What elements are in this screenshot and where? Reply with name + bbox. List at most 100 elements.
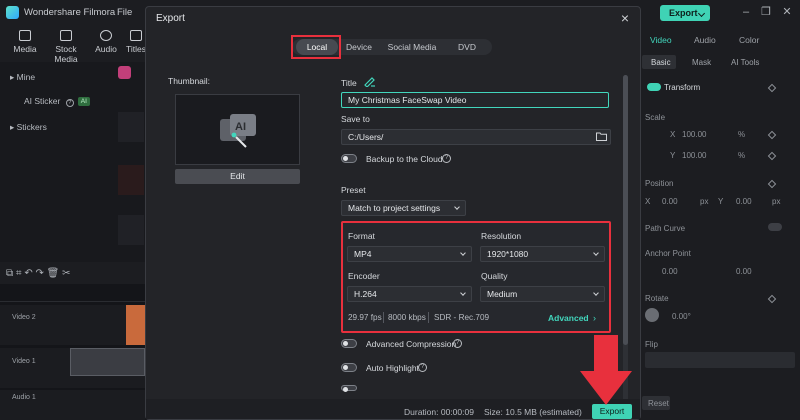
close-icon[interactable]: × (618, 10, 632, 26)
video-track-2 (0, 305, 145, 345)
scale-x-value[interactable]: 100.00 (682, 130, 706, 139)
panel-item-ai-sticker[interactable]: AI Sticker ? AI (24, 96, 90, 107)
subtab-basic[interactable]: Basic (651, 58, 671, 67)
subtab-mask[interactable]: Mask (692, 58, 711, 67)
help-icon[interactable]: ? (418, 363, 427, 372)
timeline-tools-icon[interactable]: ⧉ ⌗ ↶ ↷ 🗑 ✂ (6, 268, 71, 279)
maximize-icon[interactable]: ❐ (760, 6, 772, 18)
scrollbar-thumb[interactable] (623, 75, 628, 345)
svg-text:AI: AI (235, 121, 246, 133)
scale-y-unit: % (738, 151, 746, 160)
panel-item-mine[interactable]: ▸ Mine (10, 72, 35, 83)
auto-highlight-toggle[interactable] (341, 363, 357, 372)
media-icon (19, 30, 31, 41)
thumbnail-preview[interactable]: AI (175, 94, 300, 165)
transform-label: Transform (664, 83, 701, 92)
clip-video-1[interactable] (70, 348, 145, 376)
tab-audio[interactable]: Audio (694, 35, 716, 45)
format-select[interactable]: MP4 (347, 246, 472, 262)
resolution-value: 1920*1080 (487, 249, 529, 259)
sticker-thumbnail[interactable] (118, 165, 144, 195)
encoder-label: Encoder (348, 271, 380, 281)
advanced-compression-label: Advanced Compression (366, 339, 457, 349)
panel-item-stickers[interactable]: ▸ Stickers (10, 122, 47, 133)
pencil-icon[interactable] (364, 76, 376, 87)
scale-label: Scale (645, 113, 666, 122)
encoder-select[interactable]: H.264 (347, 286, 472, 302)
backup-cloud-toggle[interactable] (341, 154, 357, 163)
partial-toggle[interactable] (341, 385, 357, 392)
position-y-unit: px (772, 197, 781, 206)
help-icon[interactable]: ? (442, 154, 451, 163)
advanced-button[interactable]: Advanced (548, 313, 589, 323)
position-y-axis: Y (718, 197, 724, 206)
advanced-compression-toggle[interactable] (341, 339, 357, 348)
track-label: Audio 1 (12, 394, 36, 401)
chevron-down-icon (460, 250, 466, 256)
fps-info: 29.97 fps (348, 313, 382, 322)
ai-image-icon: AI (220, 114, 256, 148)
color-space-info: SDR - Rec.709 (434, 313, 490, 322)
rotate-value[interactable]: 0.00° (672, 312, 691, 321)
tab-device[interactable]: Device (344, 39, 374, 55)
flip-buttons[interactable] (645, 352, 795, 368)
export-button[interactable]: Export (592, 404, 632, 419)
sticker-icon (118, 66, 131, 79)
tab-social-media[interactable]: Social Media (382, 39, 442, 55)
folder-icon[interactable] (596, 132, 607, 141)
thumbnail-label: Thumbnail: (168, 76, 211, 86)
anchor-point-label: Anchor Point (645, 249, 691, 258)
output-settings-panel: Format MP4 Resolution 1920*1080 Encoder … (341, 221, 611, 333)
quality-label: Quality (481, 271, 508, 281)
timeline-ruler (0, 290, 145, 302)
transform-toggle[interactable] (647, 83, 661, 91)
help-icon: ? (65, 99, 74, 107)
position-label: Position (645, 179, 674, 188)
local-tab-highlight (291, 35, 341, 59)
tab-dvd[interactable]: DVD (446, 39, 488, 55)
sticker-thumbnail[interactable] (118, 112, 144, 142)
rotate-dial[interactable] (645, 308, 659, 322)
anchor-y-value[interactable]: 0.00 (736, 267, 752, 276)
title-input[interactable]: My Christmas FaceSwap Video (341, 92, 609, 108)
subtab-ai-tools[interactable]: AI Tools (731, 58, 759, 67)
tab-color[interactable]: Color (739, 35, 759, 45)
quality-select[interactable]: Medium (480, 286, 605, 302)
resolution-select[interactable]: 1920*1080 (480, 246, 605, 262)
preset-select[interactable]: Match to project settings (341, 200, 466, 216)
encoder-value: H.264 (354, 289, 377, 299)
chevron-right-icon[interactable]: › (593, 313, 596, 323)
toolbar-titles[interactable]: Titles (126, 30, 146, 54)
ai-badge: AI (77, 97, 90, 106)
toolbar-stock-media[interactable]: Stock Media (44, 30, 88, 64)
arrow-down-icon (580, 335, 632, 405)
audio-icon (100, 30, 112, 41)
anchor-x-value[interactable]: 0.00 (662, 267, 678, 276)
toolbar-audio[interactable]: Audio (88, 30, 124, 54)
clip-video-2[interactable] (126, 305, 145, 345)
window-close-icon[interactable]: ✕ (781, 6, 793, 18)
quality-value: Medium (487, 289, 518, 299)
menu-file[interactable]: File (117, 7, 132, 18)
reset-button[interactable]: Reset (648, 399, 669, 408)
position-x-value[interactable]: 0.00 (662, 197, 678, 206)
tab-video[interactable]: Video (650, 35, 672, 45)
format-label: Format (348, 231, 375, 241)
filmora-logo-icon (6, 6, 19, 19)
app-title: Wondershare Filmora (24, 7, 116, 18)
minimize-icon[interactable]: – (740, 6, 752, 18)
app-export-button[interactable]: Export (660, 5, 710, 21)
sticker-thumbnail[interactable] (118, 215, 144, 245)
edit-thumbnail-button[interactable]: Edit (175, 169, 300, 184)
toolbar-media[interactable]: Media (7, 30, 43, 54)
save-to-input[interactable]: C:/Users/ (341, 129, 611, 145)
resolution-label: Resolution (481, 231, 522, 241)
scale-y-value[interactable]: 100.00 (682, 151, 706, 160)
position-y-value[interactable]: 0.00 (736, 197, 752, 206)
scale-y-axis: Y (670, 151, 676, 160)
help-icon[interactable]: ? (453, 339, 462, 348)
chevron-down-icon (454, 204, 460, 210)
save-to-label: Save to (341, 114, 370, 124)
export-dialog: Export × Local Device Social Media DVD T… (145, 6, 641, 420)
path-curve-toggle[interactable] (768, 223, 782, 231)
